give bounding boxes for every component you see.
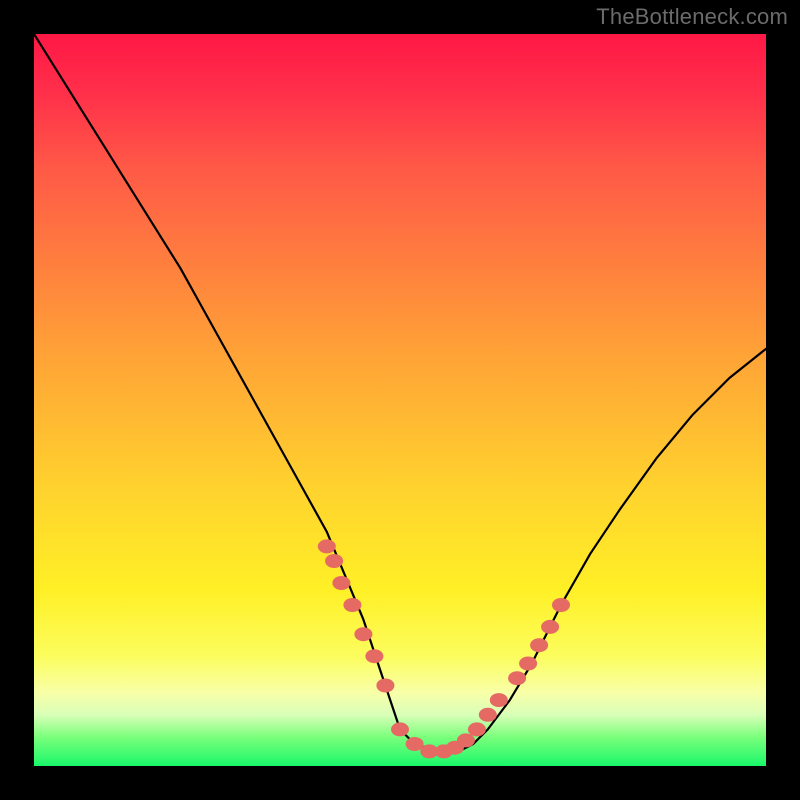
- trough-dots: [318, 539, 570, 758]
- highlight-dot: [457, 733, 475, 747]
- highlight-dot: [391, 722, 409, 736]
- bottleneck-curve: [34, 34, 766, 751]
- highlight-dot: [343, 598, 361, 612]
- attribution-text: TheBottleneck.com: [596, 4, 788, 30]
- highlight-dot: [332, 576, 350, 590]
- highlight-dot: [541, 620, 559, 634]
- plot-area: [34, 34, 766, 766]
- highlight-dot: [325, 554, 343, 568]
- highlight-dot: [365, 649, 383, 663]
- highlight-dot: [468, 722, 486, 736]
- highlight-dot: [530, 638, 548, 652]
- curve-path: [34, 34, 766, 751]
- highlight-dot: [376, 679, 394, 693]
- highlight-dot: [318, 539, 336, 553]
- chart-svg: [34, 34, 766, 766]
- highlight-dot: [490, 693, 508, 707]
- highlight-dot: [479, 708, 497, 722]
- highlight-dot: [354, 627, 372, 641]
- chart-frame: TheBottleneck.com: [0, 0, 800, 800]
- highlight-dot: [519, 657, 537, 671]
- highlight-dot: [552, 598, 570, 612]
- highlight-dot: [508, 671, 526, 685]
